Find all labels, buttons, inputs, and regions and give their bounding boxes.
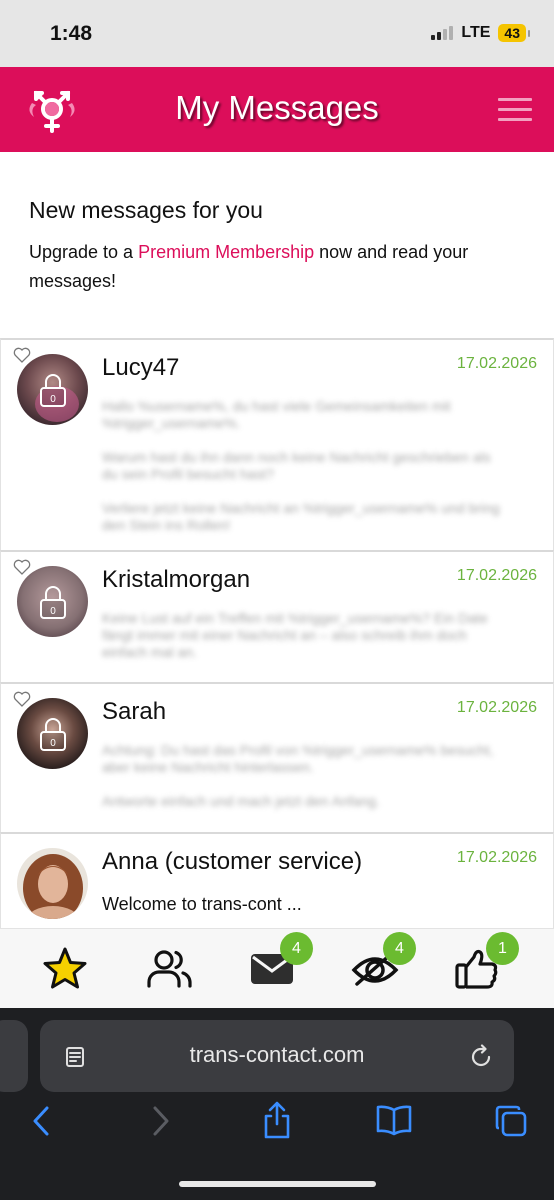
status-time: 1:48 <box>50 22 93 45</box>
avatar[interactable]: 0 <box>17 354 88 425</box>
preview-line: Warum hast du ihn dann noch keine Nachri… <box>102 449 491 482</box>
visitors-badge: 4 <box>383 932 416 965</box>
message-item-kristalmorgan[interactable]: 0 Kristalmorgan 17.02.2026 Keine Lust au… <box>0 550 554 682</box>
address-bar[interactable]: trans-contact.com <box>40 1020 514 1092</box>
preview-line: Achtung: Du hast das Profil von %trigger… <box>102 742 494 775</box>
message-sender: Lucy47 <box>102 354 180 381</box>
svg-text:0: 0 <box>50 606 56 617</box>
message-item-lucy47[interactable]: 0 Lucy47 17.02.2026 Hallo %username%, du… <box>0 338 554 550</box>
intro-heading: New messages for you <box>29 197 263 223</box>
messages-nav[interactable]: 4 <box>245 932 313 992</box>
message-preview-blurred: Achtung: Du hast das Profil von %trigger… <box>102 742 502 827</box>
tabs-icon[interactable] <box>494 1104 528 1138</box>
home-indicator <box>179 1181 376 1187</box>
message-sender: Anna (customer service) <box>102 848 363 875</box>
bookmarks-icon[interactable] <box>375 1104 413 1136</box>
star-icon <box>43 947 87 989</box>
message-preview-blurred: Hallo %username%, du hast viele Gemeinsa… <box>102 398 502 551</box>
contacts-nav[interactable] <box>142 942 192 992</box>
bottom-navigation: 4 4 1 <box>0 928 554 1008</box>
message-item-anna[interactable]: Anna (customer service) 17.02.2026 Welco… <box>0 832 554 928</box>
status-bar: 1:48 LTE 43 <box>0 0 554 67</box>
app-header: My Messages <box>0 67 554 152</box>
message-sender: Sarah <box>102 698 167 725</box>
likes-badge: 1 <box>486 932 519 965</box>
avatar[interactable]: 0 <box>17 698 88 769</box>
lock-icon: 0 <box>17 566 88 637</box>
back-icon[interactable] <box>30 1104 54 1138</box>
avatar[interactable] <box>17 848 88 919</box>
battery-icon: 43 <box>498 24 530 42</box>
intro-text: Upgrade to a Premium Membership now and … <box>29 238 529 296</box>
message-sender: Kristalmorgan <box>102 566 251 593</box>
message-date: 17.02.2026 <box>456 849 537 866</box>
intro-text-before: Upgrade to a <box>29 242 139 262</box>
preview-line: Verliere jetzt keine Nachricht an %trigg… <box>102 500 500 533</box>
users-icon <box>147 950 192 988</box>
message-date: 17.02.2026 <box>456 567 537 584</box>
page-title: My Messages <box>175 89 379 126</box>
message-item-sarah[interactable]: 0 Sarah 17.02.2026 Achtung: Du hast das … <box>0 682 554 832</box>
svg-text:0: 0 <box>50 738 56 749</box>
lock-icon: 0 <box>17 354 88 425</box>
avatar[interactable]: 0 <box>17 566 88 637</box>
likes-nav[interactable]: 1 <box>451 932 519 992</box>
signal-icon <box>431 26 454 40</box>
url-text[interactable]: trans-contact.com <box>40 1042 514 1068</box>
preview-line: Keine Lust auf ein Treffen mit %trigger_… <box>102 610 488 660</box>
premium-membership-link[interactable]: Premium Membership <box>138 242 314 262</box>
messages-badge: 4 <box>280 932 313 965</box>
preview-line: Hallo %username%, du hast viele Gemeinsa… <box>102 398 451 431</box>
previous-tab-preview[interactable] <box>0 1020 28 1092</box>
svg-text:0: 0 <box>50 394 56 405</box>
network-label: LTE <box>461 24 491 41</box>
lock-icon: 0 <box>17 698 88 769</box>
reload-icon[interactable] <box>468 1044 494 1070</box>
message-preview-blurred: Keine Lust auf ein Treffen mit %trigger_… <box>102 610 502 678</box>
share-icon[interactable] <box>261 1100 293 1140</box>
message-date: 17.02.2026 <box>456 699 537 716</box>
hamburger-menu-icon[interactable] <box>498 98 532 122</box>
preview-line: Antworte einfach und mach jetzt den Anfa… <box>102 793 380 809</box>
message-preview: Welcome to trans-cont ... <box>102 894 302 914</box>
message-date: 17.02.2026 <box>456 355 537 372</box>
visitors-nav[interactable]: 4 <box>348 932 416 992</box>
message-list: 0 Lucy47 17.02.2026 Hallo %username%, du… <box>0 338 554 928</box>
upgrade-notice: New messages for you Upgrade to a Premiu… <box>0 152 554 338</box>
forward-icon[interactable] <box>148 1104 172 1138</box>
browser-chrome: trans-contact.com <box>0 1008 554 1200</box>
favorites-nav[interactable] <box>39 942 89 992</box>
status-indicators: LTE 43 <box>431 24 530 42</box>
page: 1:48 LTE 43 My Messages New messages for… <box>0 0 554 1200</box>
